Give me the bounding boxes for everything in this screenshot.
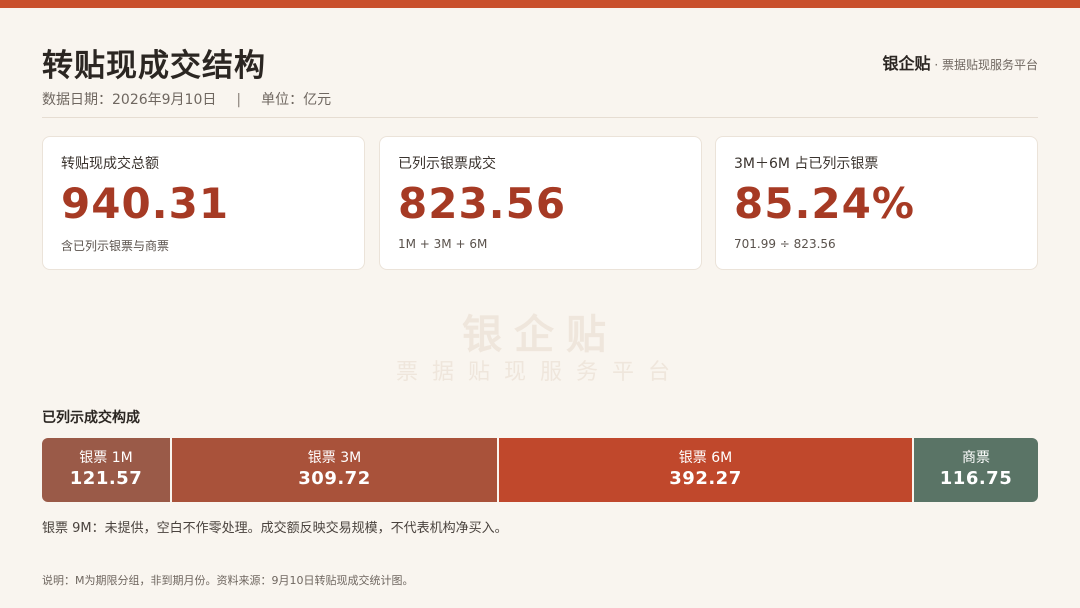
- data-date: 数据日期：2026年9月10日: [42, 92, 217, 108]
- kpi-note: 1M + 3M + 6M: [398, 237, 488, 252]
- unit-label: 单位：亿元: [261, 92, 332, 108]
- composition-title: 已列示成交构成: [42, 410, 140, 426]
- brand-tagline: · 票据贴现服务平台: [930, 58, 1038, 72]
- kpi-card-total: 转贴现成交总额 940.31 含已列示银票与商票: [42, 136, 365, 270]
- subinfo-separator: |: [236, 92, 242, 108]
- header-divider: [42, 117, 1038, 118]
- segment-bank-1m: 银票 1M 121.57: [42, 438, 172, 502]
- watermark-title: 银企贴: [462, 312, 618, 358]
- segment-label: 商票: [962, 450, 990, 467]
- composition-bar: 银票 1M 121.57 银票 3M 309.72 银票 6M 392.27 商…: [42, 438, 1038, 502]
- kpi-note: 含已列示银票与商票: [61, 239, 170, 254]
- segment-value: 116.75: [939, 468, 1013, 490]
- page-title: 转贴现成交结构: [42, 48, 266, 84]
- kpi-label: 3M＋6M 占已列示银票: [734, 156, 879, 172]
- segment-commercial-bills: 商票 116.75: [914, 438, 1038, 502]
- page-subinfo: 数据日期：2026年9月10日 | 单位：亿元: [42, 89, 331, 109]
- segment-label: 银票 3M: [307, 450, 362, 467]
- kpi-value: 940.31: [61, 179, 230, 228]
- segment-label: 银票 6M: [678, 450, 733, 467]
- kpi-label: 已列示银票成交: [398, 156, 496, 172]
- top-accent-bar: [0, 0, 1080, 8]
- segment-value: 309.72: [298, 468, 371, 490]
- kpi-value: 823.56: [398, 179, 567, 228]
- composition-note: 银票 9M：未提供，空白不作零处理。成交额反映交易规模，不代表机构净买入。: [42, 521, 508, 536]
- footnote: 说明：M为期限分组，非到期月份。资料来源：9月10日转贴现成交统计图。: [42, 574, 414, 587]
- kpi-note: 701.99 ÷ 823.56: [734, 237, 836, 252]
- kpi-card-share: 3M＋6M 占已列示银票 85.24% 701.99 ÷ 823.56: [715, 136, 1038, 270]
- watermark-subtitle: 票据贴现服务平台: [395, 360, 684, 385]
- segment-bank-3m: 银票 3M 309.72: [172, 438, 499, 502]
- segment-label: 银票 1M: [79, 450, 133, 467]
- brand-name: 银企贴: [882, 54, 931, 73]
- kpi-value: 85.24%: [734, 179, 915, 228]
- kpi-label: 转贴现成交总额: [61, 156, 159, 172]
- kpi-card-bank-bills: 已列示银票成交 823.56 1M + 3M + 6M: [379, 136, 702, 270]
- segment-value: 392.27: [669, 468, 742, 490]
- segment-value: 121.57: [69, 468, 143, 490]
- brand: 银企贴 · 票据贴现服务平台: [883, 50, 1038, 74]
- segment-bank-6m: 银票 6M 392.27: [499, 438, 914, 502]
